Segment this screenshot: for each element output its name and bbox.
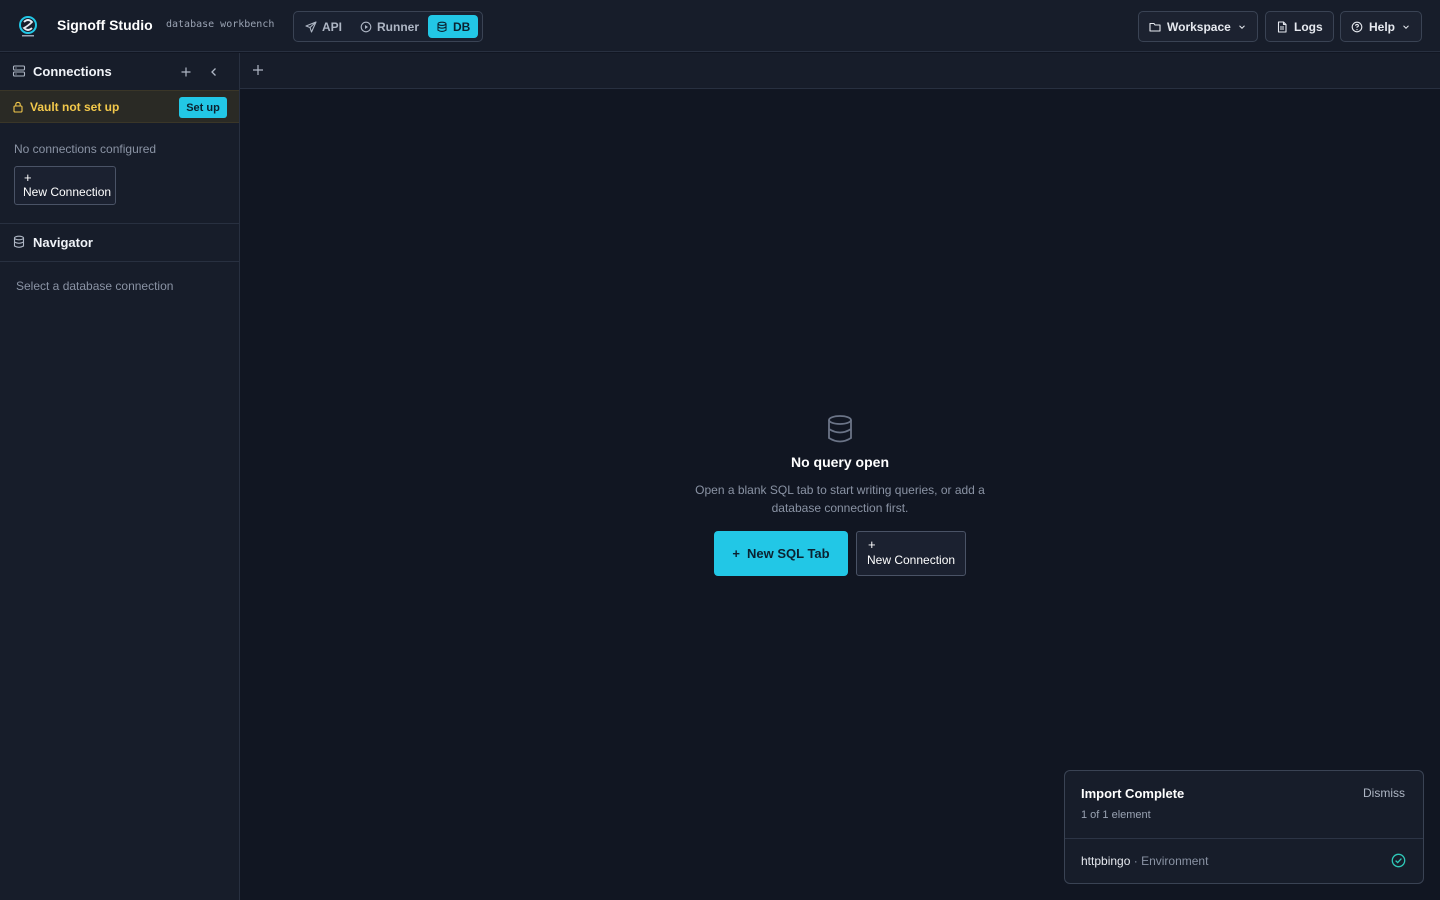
add-tab-button[interactable]	[251, 63, 265, 77]
toast-summary: 1 of 1 element	[1081, 809, 1151, 821]
vault-setup-button[interactable]: Set up	[179, 97, 227, 118]
toast-divider	[1065, 838, 1423, 839]
new-sql-tab-label: New SQL Tab	[747, 546, 830, 561]
workspace-button[interactable]: Workspace	[1138, 11, 1258, 42]
database-icon	[826, 414, 854, 444]
toast-title: Import Complete	[1081, 786, 1185, 801]
chevron-down-icon	[1237, 22, 1247, 32]
mode-api-button[interactable]: API	[297, 15, 350, 38]
plus-icon: +	[868, 537, 876, 552]
top-bar: Signoff Studio database workbench API Ru…	[0, 0, 1440, 52]
no-connections-text: No connections configured	[14, 142, 157, 156]
collapse-sidebar-button[interactable]	[206, 64, 222, 80]
connections-title: Connections	[33, 63, 112, 79]
toast-dismiss-button[interactable]: Dismiss	[1363, 786, 1405, 800]
navigator-header: Navigator	[0, 224, 239, 260]
plus-icon: +	[24, 170, 32, 185]
toast-import-item: httpbingo · Environment	[1081, 854, 1208, 868]
navigator-empty-text: Select a database connection	[16, 279, 174, 293]
database-icon	[12, 235, 26, 249]
app-subtitle: database workbench	[166, 19, 275, 30]
help-button[interactable]: Help	[1340, 11, 1423, 42]
sidebar: Connections Vault not set up Set up No c…	[0, 53, 240, 900]
import-toast: Import Complete Dismiss 1 of 1 element h…	[1064, 770, 1424, 884]
new-connection-label: New Connection	[23, 185, 112, 199]
sidebar-divider	[0, 261, 239, 262]
mode-api-label: API	[322, 19, 343, 34]
import-item-kind: Environment	[1141, 854, 1209, 868]
plus-icon	[253, 65, 263, 75]
check-circle-icon	[1391, 853, 1406, 868]
empty-state-description: Open a blank SQL tab to start writing qu…	[695, 483, 985, 515]
mode-runner-button[interactable]: Runner	[352, 15, 427, 38]
workspace-label: Workspace	[1167, 19, 1231, 34]
empty-state-title: No query open	[790, 454, 889, 470]
import-item-name: httpbingo	[1081, 854, 1131, 868]
send-icon	[305, 20, 317, 33]
database-icon	[436, 21, 448, 33]
file-text-icon	[1276, 20, 1288, 33]
empty-state: No query open Open a blank SQL tab to st…	[640, 410, 1040, 580]
plus-icon: +	[732, 546, 740, 561]
folder-icon	[1149, 21, 1161, 33]
import-item-separator: ·	[1133, 854, 1138, 868]
vault-warning-bar: Vault not set up Set up	[0, 90, 239, 123]
chevron-down-icon	[1401, 22, 1411, 32]
logs-label: Logs	[1294, 19, 1323, 34]
server-icon	[12, 64, 26, 78]
connections-header: Connections	[0, 53, 239, 89]
new-connection-label: New Connection	[867, 553, 956, 567]
mode-db-button[interactable]: DB	[428, 15, 479, 38]
logs-button[interactable]: Logs	[1265, 11, 1334, 42]
lock-icon	[12, 101, 24, 113]
help-circle-icon	[1351, 21, 1363, 33]
play-circle-icon	[360, 21, 372, 33]
vault-warning-text: Vault not set up	[30, 100, 120, 114]
app-title: Signoff Studio	[57, 17, 153, 33]
new-sql-tab-button[interactable]: + New SQL Tab	[714, 531, 848, 576]
mode-switcher: API Runner DB	[293, 11, 483, 42]
chevron-left-icon	[211, 68, 216, 76]
navigator-title: Navigator	[33, 234, 93, 250]
signoff-logo-icon[interactable]	[15, 13, 41, 39]
help-label: Help	[1369, 19, 1396, 34]
empty-state-new-connection-button[interactable]: + New Connection	[856, 531, 966, 576]
mode-db-label: DB	[453, 19, 471, 34]
query-tab-strip	[240, 53, 1440, 89]
sidebar-new-connection-button[interactable]: + New Connection	[14, 166, 116, 205]
mode-runner-label: Runner	[377, 19, 419, 34]
add-connection-button[interactable]	[178, 64, 194, 80]
